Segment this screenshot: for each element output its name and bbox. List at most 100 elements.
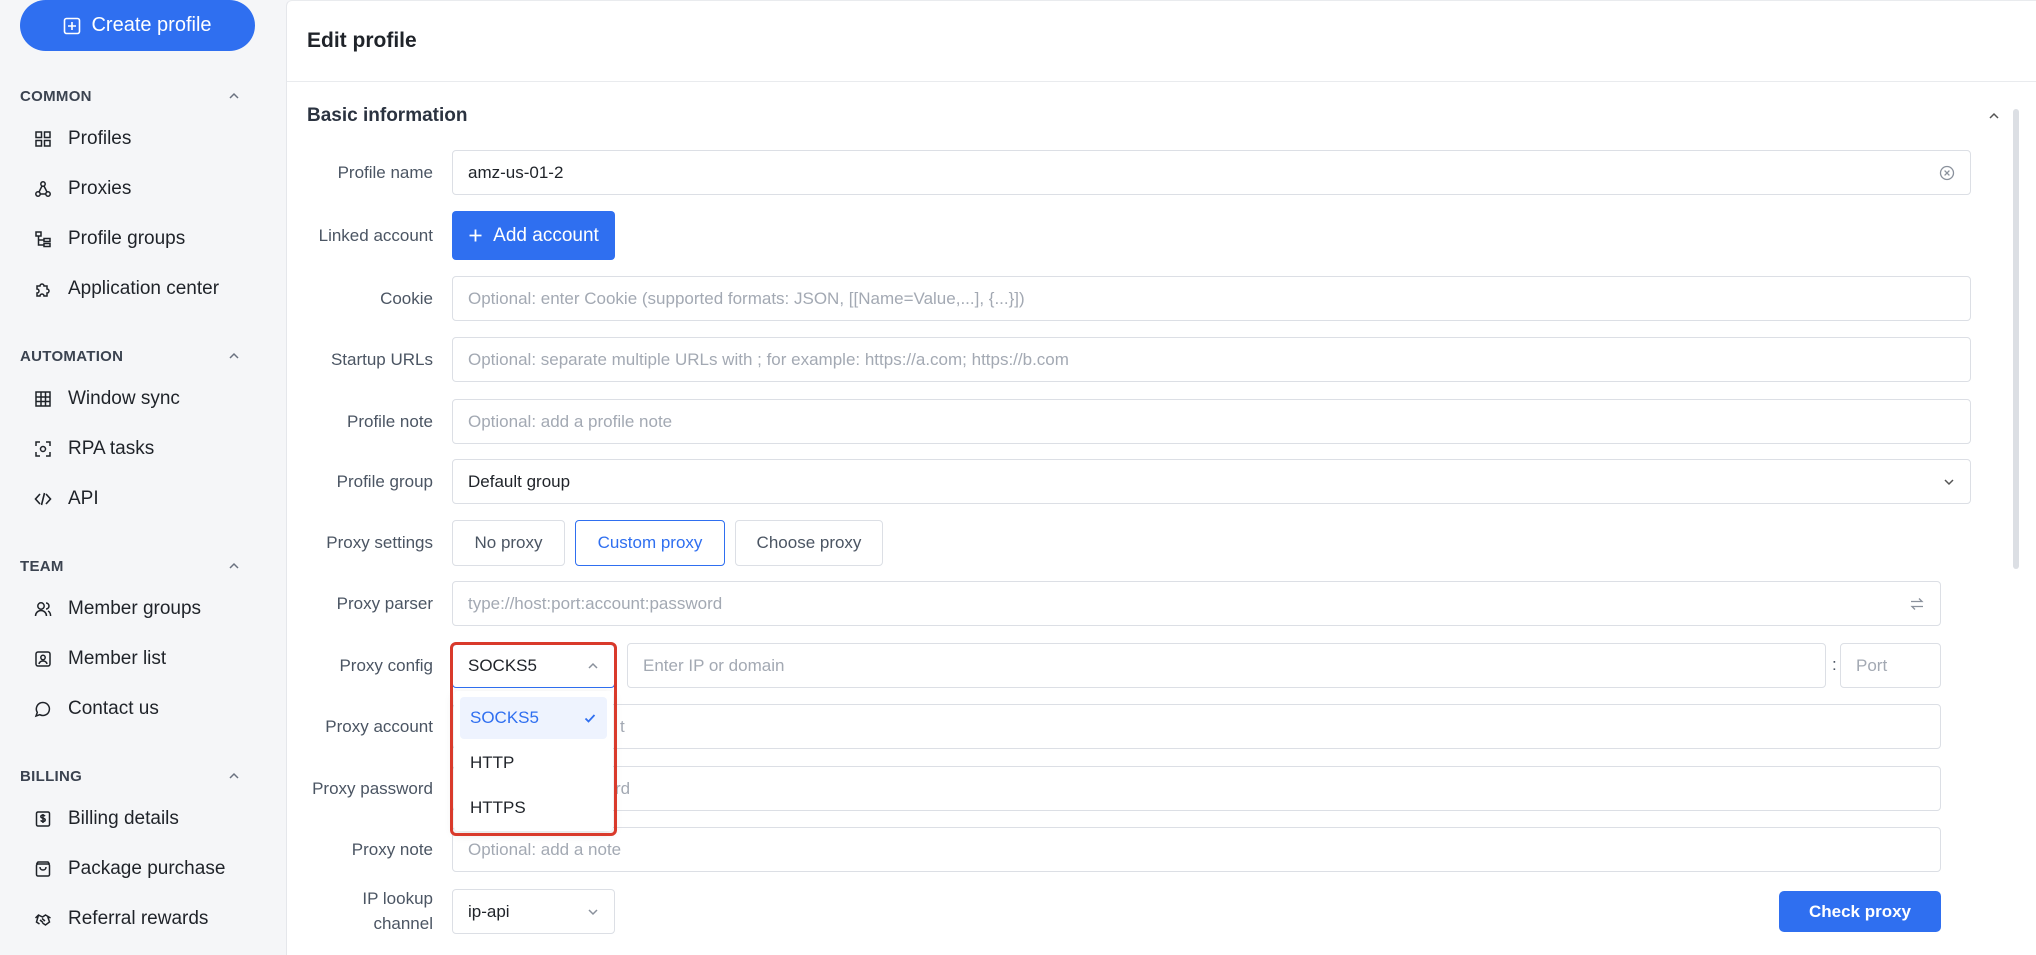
dollar-receipt-icon xyxy=(35,811,51,827)
proxy-parser-input[interactable]: type://host:port:account:password xyxy=(452,581,1941,626)
profile-group-select[interactable]: Default group xyxy=(452,459,1971,504)
clear-icon[interactable] xyxy=(1939,165,1955,181)
puzzle-icon xyxy=(36,283,50,297)
section-automation[interactable]: AUTOMATION xyxy=(20,344,240,368)
app-window: Create profile COMMON Profiles Proxies P… xyxy=(0,0,2036,955)
chevron-up-icon xyxy=(229,562,239,569)
sidebar-item-label: Profiles xyxy=(68,128,132,149)
proxy-note-label: Proxy note xyxy=(351,840,433,859)
sidebar-item-window-sync[interactable]: Window sync xyxy=(34,382,264,416)
dropdown-option-label: SOCKS5 xyxy=(470,708,539,727)
create-profile-button[interactable]: Create profile xyxy=(20,0,255,51)
proxy-password-placeholder: rd xyxy=(615,778,631,798)
add-account-button[interactable]: Add account xyxy=(452,211,615,260)
edit-profile-panel: Edit profile Basic information Profile n… xyxy=(286,0,2036,955)
sidebar-item-label: Billing details xyxy=(68,808,179,829)
sidebar-item-label: Referral rewards xyxy=(68,908,209,929)
port-placeholder: Port xyxy=(1856,655,1888,675)
chevron-up-icon xyxy=(229,772,239,779)
no-proxy-button[interactable]: No proxy xyxy=(452,520,565,566)
add-account-label: Add account xyxy=(493,224,599,246)
sidebar-item-label: Member list xyxy=(68,648,167,669)
choose-proxy-button[interactable]: Choose proxy xyxy=(735,520,883,566)
proxy-password-input[interactable]: rd xyxy=(452,766,1941,811)
chevron-up-icon xyxy=(229,352,239,359)
profile-note-label: Profile note xyxy=(347,412,433,431)
grid-icon xyxy=(35,131,51,147)
proxy-note-input[interactable]: Optional: add a note xyxy=(452,827,1941,872)
startup-urls-input[interactable]: Optional: separate multiple URLs with ; … xyxy=(452,337,1971,382)
sidebar-item-proxies[interactable]: Proxies xyxy=(34,172,264,206)
users-icon xyxy=(34,602,52,617)
profile-name-label: Profile name xyxy=(337,163,433,182)
sidebar-item-member-list[interactable]: Member list xyxy=(34,642,264,676)
section-team[interactable]: TEAM xyxy=(20,554,240,578)
sidebar-item-profile-groups[interactable]: Profile groups xyxy=(34,222,264,256)
page-title: Edit profile xyxy=(307,29,417,52)
profile-name-input[interactable]: amz-us-01-2 xyxy=(452,150,1971,195)
section-common[interactable]: COMMON xyxy=(20,84,240,108)
sidebar-item-billing-details[interactable]: Billing details xyxy=(34,802,264,836)
sidebar-item-rpa-tasks[interactable]: RPA tasks xyxy=(34,432,264,466)
cookie-placeholder: Optional: enter Cookie (supported format… xyxy=(468,288,1025,308)
sidebar-item-label: Window sync xyxy=(68,388,180,409)
profile-group-value: Default group xyxy=(468,471,571,491)
sidebar-item-api[interactable]: API xyxy=(34,482,264,516)
scrollbar[interactable] xyxy=(2013,109,2019,569)
chevron-down-icon xyxy=(588,908,598,915)
proxy-account-label: Proxy account xyxy=(325,717,433,736)
id-card-icon xyxy=(35,651,51,667)
proxy-account-placeholder: t xyxy=(620,716,625,736)
port-input[interactable]: Port xyxy=(1840,643,1941,688)
section-billing-label: BILLING xyxy=(20,767,83,785)
proxy-type-dropdown: SOCKS5 HTTP HTTPS xyxy=(454,691,613,831)
profile-note-input[interactable]: Optional: add a profile note xyxy=(452,399,1971,444)
check-proxy-button[interactable]: Check proxy xyxy=(1779,891,1941,932)
section-billing[interactable]: BILLING xyxy=(20,764,240,788)
section-automation-label: AUTOMATION xyxy=(20,347,124,365)
dropdown-option-label: HTTP xyxy=(470,753,515,772)
dropdown-option-https[interactable]: HTTPS xyxy=(460,787,607,829)
proxy-type-value: SOCKS5 xyxy=(468,656,537,675)
custom-proxy-button[interactable]: Custom proxy xyxy=(575,520,725,566)
tree-icon xyxy=(35,231,51,248)
swap-icon[interactable] xyxy=(1909,596,1925,612)
sidebar-item-package-purchase[interactable]: Package purchase xyxy=(34,852,264,886)
chevron-up-icon[interactable] xyxy=(1987,109,2001,123)
sidebar-item-referral-rewards[interactable]: Referral rewards xyxy=(34,902,264,936)
sidebar-item-label: RPA tasks xyxy=(68,438,155,459)
sidebar-item-label: Member groups xyxy=(68,598,202,619)
sidebar: Create profile COMMON Profiles Proxies P… xyxy=(0,0,284,955)
scan-icon xyxy=(35,441,51,457)
dropdown-option-socks5[interactable]: SOCKS5 xyxy=(460,697,607,739)
port-separator: : xyxy=(1832,655,1837,674)
ip-lookup-label-line2: channel xyxy=(373,914,433,933)
sidebar-item-label: Profile groups xyxy=(68,228,186,249)
startup-urls-placeholder: Optional: separate multiple URLs with ; … xyxy=(468,349,1069,369)
ip-domain-input[interactable]: Enter IP or domain xyxy=(627,643,1826,688)
sidebar-item-profiles[interactable]: Profiles xyxy=(34,122,264,156)
title-divider xyxy=(287,81,2036,82)
sidebar-item-member-groups[interactable]: Member groups xyxy=(34,592,264,626)
proxy-parser-label: Proxy parser xyxy=(336,594,433,613)
sidebar-item-label: Contact us xyxy=(68,698,159,719)
proxy-password-label: Proxy password xyxy=(312,779,433,798)
profile-note-placeholder: Optional: add a profile note xyxy=(468,411,673,431)
sidebar-item-contact-us[interactable]: Contact us xyxy=(34,692,264,726)
dropdown-option-http[interactable]: HTTP xyxy=(460,742,607,784)
proxy-config-label: Proxy config xyxy=(339,656,433,675)
create-profile-label: Create profile xyxy=(91,14,212,36)
cookie-label: Cookie xyxy=(380,289,433,308)
ip-lookup-select[interactable]: ip-api xyxy=(452,889,615,934)
sidebar-item-application-center[interactable]: Application center xyxy=(34,272,264,306)
handshake-icon xyxy=(34,914,51,926)
profile-name-value: amz-us-01-2 xyxy=(468,162,564,182)
table-icon xyxy=(35,391,51,407)
network-icon xyxy=(35,181,51,197)
proxy-note-placeholder: Optional: add a note xyxy=(468,839,622,859)
dropdown-option-label: HTTPS xyxy=(470,798,526,817)
cookie-input[interactable]: Optional: enter Cookie (supported format… xyxy=(452,276,1971,321)
shopping-bag-icon xyxy=(35,861,51,877)
proxy-type-select[interactable]: SOCKS5 xyxy=(452,644,615,688)
proxy-account-input[interactable]: t xyxy=(452,704,1941,749)
